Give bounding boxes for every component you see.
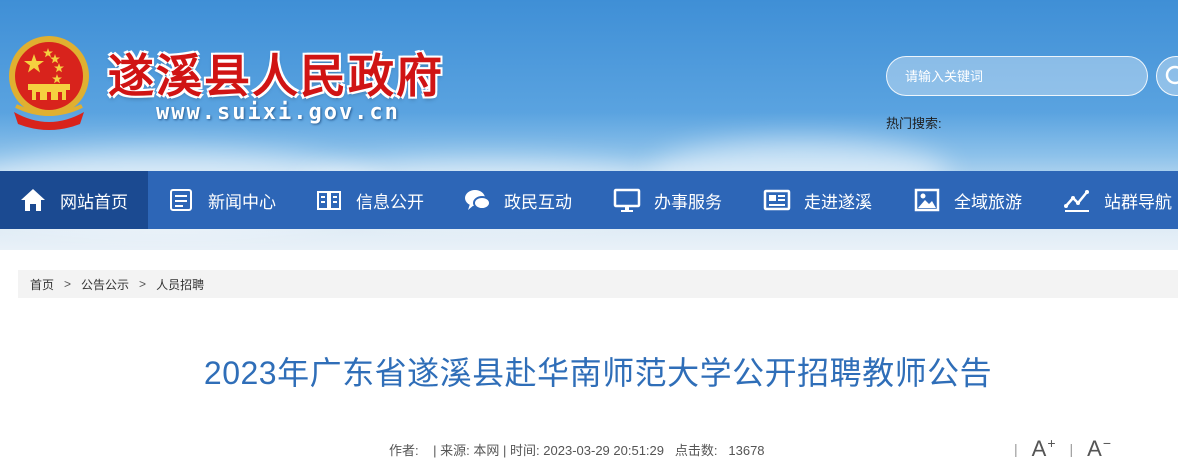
site-title: 遂溪县人民政府: [108, 49, 444, 103]
breadcrumb-home[interactable]: 首页: [30, 276, 54, 293]
chart-icon: [1062, 185, 1092, 215]
search-button[interactable]: [1156, 56, 1178, 96]
author-label: 作者:: [389, 443, 419, 458]
nav-item-label: 走进遂溪: [804, 192, 872, 212]
font-decrease-button[interactable]: A −: [1087, 436, 1111, 462]
breadcrumb-separator: >: [139, 277, 147, 291]
main-nav: 网站首页 新闻中心 信息公开 政民互动 办事服务 走进遂溪 全域旅游 站群导航: [0, 171, 1178, 229]
picture-icon: [912, 185, 942, 215]
breadcrumb-announcements[interactable]: 公告公示: [81, 276, 129, 293]
time-label: 时间:: [510, 443, 540, 458]
site-url: www.suixi.gov.cn: [156, 100, 400, 125]
book-icon: [314, 185, 344, 215]
nav-item-site-navigation[interactable]: 站群导航: [1044, 171, 1178, 229]
nav-item-news[interactable]: 新闻中心: [148, 171, 296, 229]
source-value: 本网: [473, 443, 500, 458]
search-input[interactable]: [886, 56, 1148, 96]
minus-icon: −: [1102, 435, 1112, 451]
breadcrumb-recruitment[interactable]: 人员招聘: [156, 276, 204, 293]
font-controls-separator: |: [1069, 441, 1074, 457]
newspaper-icon: [762, 185, 792, 215]
national-emblem-icon: [9, 36, 89, 130]
breadcrumb: 首页 > 公告公示 > 人员招聘: [18, 270, 1178, 298]
font-size-controls: | A + | A −: [1014, 436, 1125, 462]
nav-item-label: 全域旅游: [954, 192, 1022, 212]
nav-item-label: 新闻中心: [208, 192, 276, 212]
source-label: 来源:: [440, 443, 470, 458]
nav-item-label: 政民互动: [504, 192, 572, 212]
font-increase-letter: A: [1031, 436, 1047, 461]
meta-separator: |: [433, 443, 437, 458]
clicks-value: 13678: [728, 443, 765, 458]
plus-icon: +: [1047, 435, 1056, 451]
news-icon: [166, 185, 196, 215]
meta-separator: |: [503, 443, 507, 458]
font-controls-separator: |: [1014, 441, 1018, 457]
clicks-label: 点击数:: [674, 443, 718, 458]
nav-item-label: 网站首页: [60, 192, 128, 212]
nav-item-services[interactable]: 办事服务: [594, 171, 744, 229]
breadcrumb-separator: >: [64, 277, 72, 291]
hot-search-label: 热门搜索:: [886, 116, 942, 131]
nav-item-label: 办事服务: [654, 192, 722, 212]
article-meta: 作者: | 来源: 本网 | 时间: 2023-03-29 20:51:29 点…: [389, 440, 765, 459]
chat-icon: [462, 185, 492, 215]
search-icon: [1165, 65, 1178, 85]
font-increase-button[interactable]: A +: [1032, 436, 1056, 462]
nav-item-label: 信息公开: [356, 192, 424, 212]
time-value: 2023-03-29 20:51:29: [543, 443, 664, 458]
nav-item-home[interactable]: 网站首页: [0, 171, 148, 229]
monitor-icon: [612, 185, 642, 215]
nav-item-tourism[interactable]: 全域旅游: [894, 171, 1044, 229]
font-decrease-letter: A: [1087, 436, 1102, 461]
nav-item-about[interactable]: 走进遂溪: [744, 171, 894, 229]
nav-item-info-disclosure[interactable]: 信息公开: [296, 171, 444, 229]
home-icon: [18, 185, 48, 215]
article-title: 2023年广东省遂溪县赴华南师范大学公开招聘教师公告: [203, 355, 993, 391]
nav-item-label: 站群导航: [1104, 192, 1172, 212]
nav-item-interaction[interactable]: 政民互动: [444, 171, 594, 229]
